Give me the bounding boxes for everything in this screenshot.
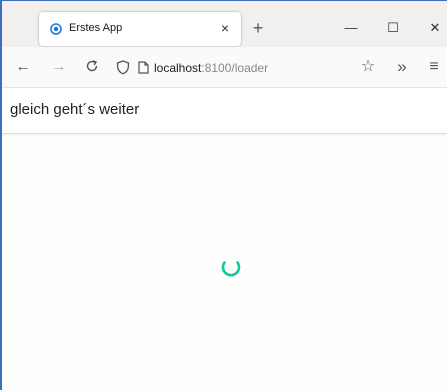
url-path: :8100/loader [201, 61, 269, 75]
tab-title: Erstes App [69, 22, 123, 34]
overflow-chevron-icon[interactable]: » [393, 58, 411, 76]
maximize-icon[interactable]: ☐ [383, 18, 403, 38]
reload-icon[interactable] [85, 59, 99, 73]
loading-spinner-icon [221, 261, 241, 277]
new-tab-icon[interactable]: + [249, 19, 267, 37]
page-info-icon[interactable] [138, 61, 149, 74]
forward-icon[interactable]: → [50, 58, 68, 76]
app-menu-icon[interactable]: ≡ [425, 58, 443, 76]
url-host: localhost [154, 61, 202, 75]
url-text[interactable]: localhost:8100/loader [154, 61, 268, 75]
page-title: gleich geht´s weiter [10, 101, 140, 118]
app-favicon-icon [50, 23, 62, 35]
back-icon[interactable]: ← [14, 58, 32, 76]
bookmark-star-icon[interactable]: ☆ [359, 58, 377, 76]
window-close-icon[interactable]: ✕ [425, 18, 445, 38]
minimize-icon[interactable]: — [341, 18, 361, 38]
title-bar: Erstes App × + — ☐ ✕ [2, 1, 447, 47]
tab-erstes-app[interactable]: Erstes App × [39, 12, 241, 46]
url-bar[interactable]: localhost:8100/loader [106, 55, 386, 81]
tab-close-icon[interactable]: × [217, 20, 233, 36]
navigation-toolbar: ← → localhost:8100/loader ☆ » ≡ [2, 47, 447, 88]
page-content: gleich geht´s weiter [2, 88, 447, 391]
tracking-protection-shield-icon[interactable] [116, 60, 130, 75]
page-header: gleich geht´s weiter [2, 88, 447, 134]
browser-window: Erstes App × + — ☐ ✕ ← → localhost:8100/… [0, 0, 447, 391]
